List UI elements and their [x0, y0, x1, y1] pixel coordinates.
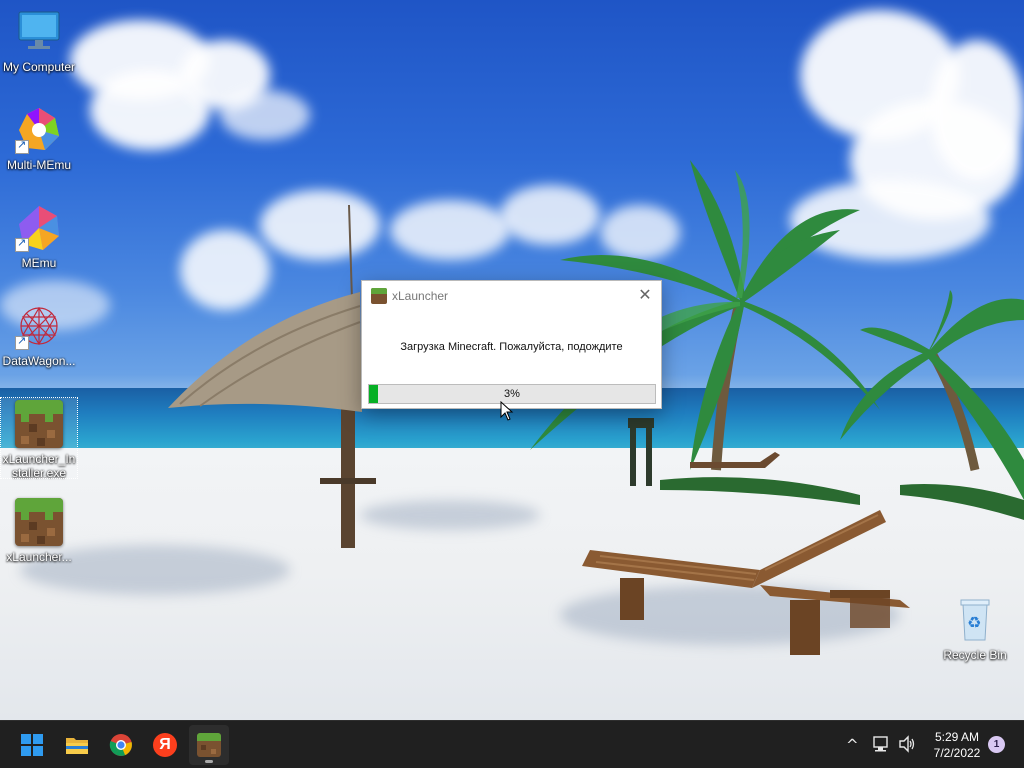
minecraft-grass-block-icon — [371, 288, 387, 304]
chevron-up-icon[interactable]: ^ — [846, 735, 859, 755]
shortcut-arrow-icon — [15, 236, 29, 252]
clock-date: 7/2/2022 — [933, 746, 981, 760]
desktop-icon-label: xLauncher... — [6, 550, 72, 564]
windows-start-icon — [21, 734, 43, 756]
taskbar: Я ^ 5:29 AM 7/2/2022 — [0, 720, 1024, 768]
desktop-icon-xlauncher-installer[interactable]: xLauncher_In staller.exe — [0, 397, 78, 480]
memu-icon — [15, 204, 63, 252]
desktop-icon-label: Recycle Bin — [943, 648, 1007, 662]
multi-memu-icon — [15, 106, 63, 154]
desktop-icon-label: DataWagon... — [2, 354, 76, 368]
taskbar-yandex-browser[interactable]: Я — [145, 725, 185, 765]
desktop-icon-recycle-bin[interactable]: ♻ Recycle Bin — [937, 596, 1013, 662]
taskbar-file-explorer[interactable] — [57, 725, 97, 765]
desktop-icon-xlauncher[interactable]: xLauncher... — [1, 498, 77, 564]
close-button[interactable]: ✕ — [633, 283, 657, 307]
desktop-icon-datawagon[interactable]: DataWagon... — [1, 302, 77, 368]
shortcut-arrow-icon — [15, 334, 29, 350]
chrome-icon — [109, 734, 132, 756]
monitor-icon — [15, 8, 63, 56]
folder-icon — [66, 738, 88, 754]
desktop-icon-memu[interactable]: MEmu — [1, 204, 77, 270]
desktop-icon-label: MEmu — [21, 256, 57, 270]
desktop-icon-label: Multi-MEmu — [6, 158, 71, 172]
desktop-icon-label: My Computer — [2, 60, 76, 74]
desktop-icon-my-computer[interactable]: My Computer — [1, 8, 77, 74]
network-icon[interactable] — [872, 735, 890, 753]
taskbar-xlauncher[interactable] — [189, 725, 229, 765]
dialog-message: Загрузка Minecraft. Пожалуйста, подождит… — [400, 341, 623, 353]
dialog-title: xLauncher — [392, 289, 449, 303]
start-button[interactable] — [12, 725, 52, 765]
active-app-indicator — [205, 760, 213, 763]
minecraft-grass-block-icon — [15, 498, 63, 546]
system-clock[interactable]: 5:29 AM 7/2/2022 — [924, 729, 990, 761]
xlauncher-dialog: xLauncher ✕ Загрузка Minecraft. Пожалуйс… — [361, 280, 662, 409]
speaker-icon[interactable] — [898, 735, 916, 753]
desktop-icon-label: xLauncher_In staller.exe — [2, 452, 76, 480]
datawagon-icon — [15, 302, 63, 350]
minecraft-grass-block-icon — [15, 400, 63, 448]
shortcut-arrow-icon — [15, 138, 29, 154]
taskbar-chrome[interactable] — [101, 725, 141, 765]
clock-time: 5:29 AM — [934, 730, 980, 744]
desktop-icon-multi-memu[interactable]: Multi-MEmu — [1, 106, 77, 172]
recycle-bin-icon: ♻ — [951, 596, 999, 644]
progress-percent-label: 3% — [504, 388, 520, 400]
svg-text:♻: ♻ — [967, 613, 981, 632]
notification-badge[interactable]: 1 — [988, 736, 1005, 753]
yandex-icon: Я — [153, 733, 177, 757]
minecraft-grass-block-icon — [197, 733, 221, 757]
dialog-titlebar[interactable]: xLauncher ✕ — [362, 281, 661, 311]
mouse-cursor-icon — [500, 401, 514, 421]
